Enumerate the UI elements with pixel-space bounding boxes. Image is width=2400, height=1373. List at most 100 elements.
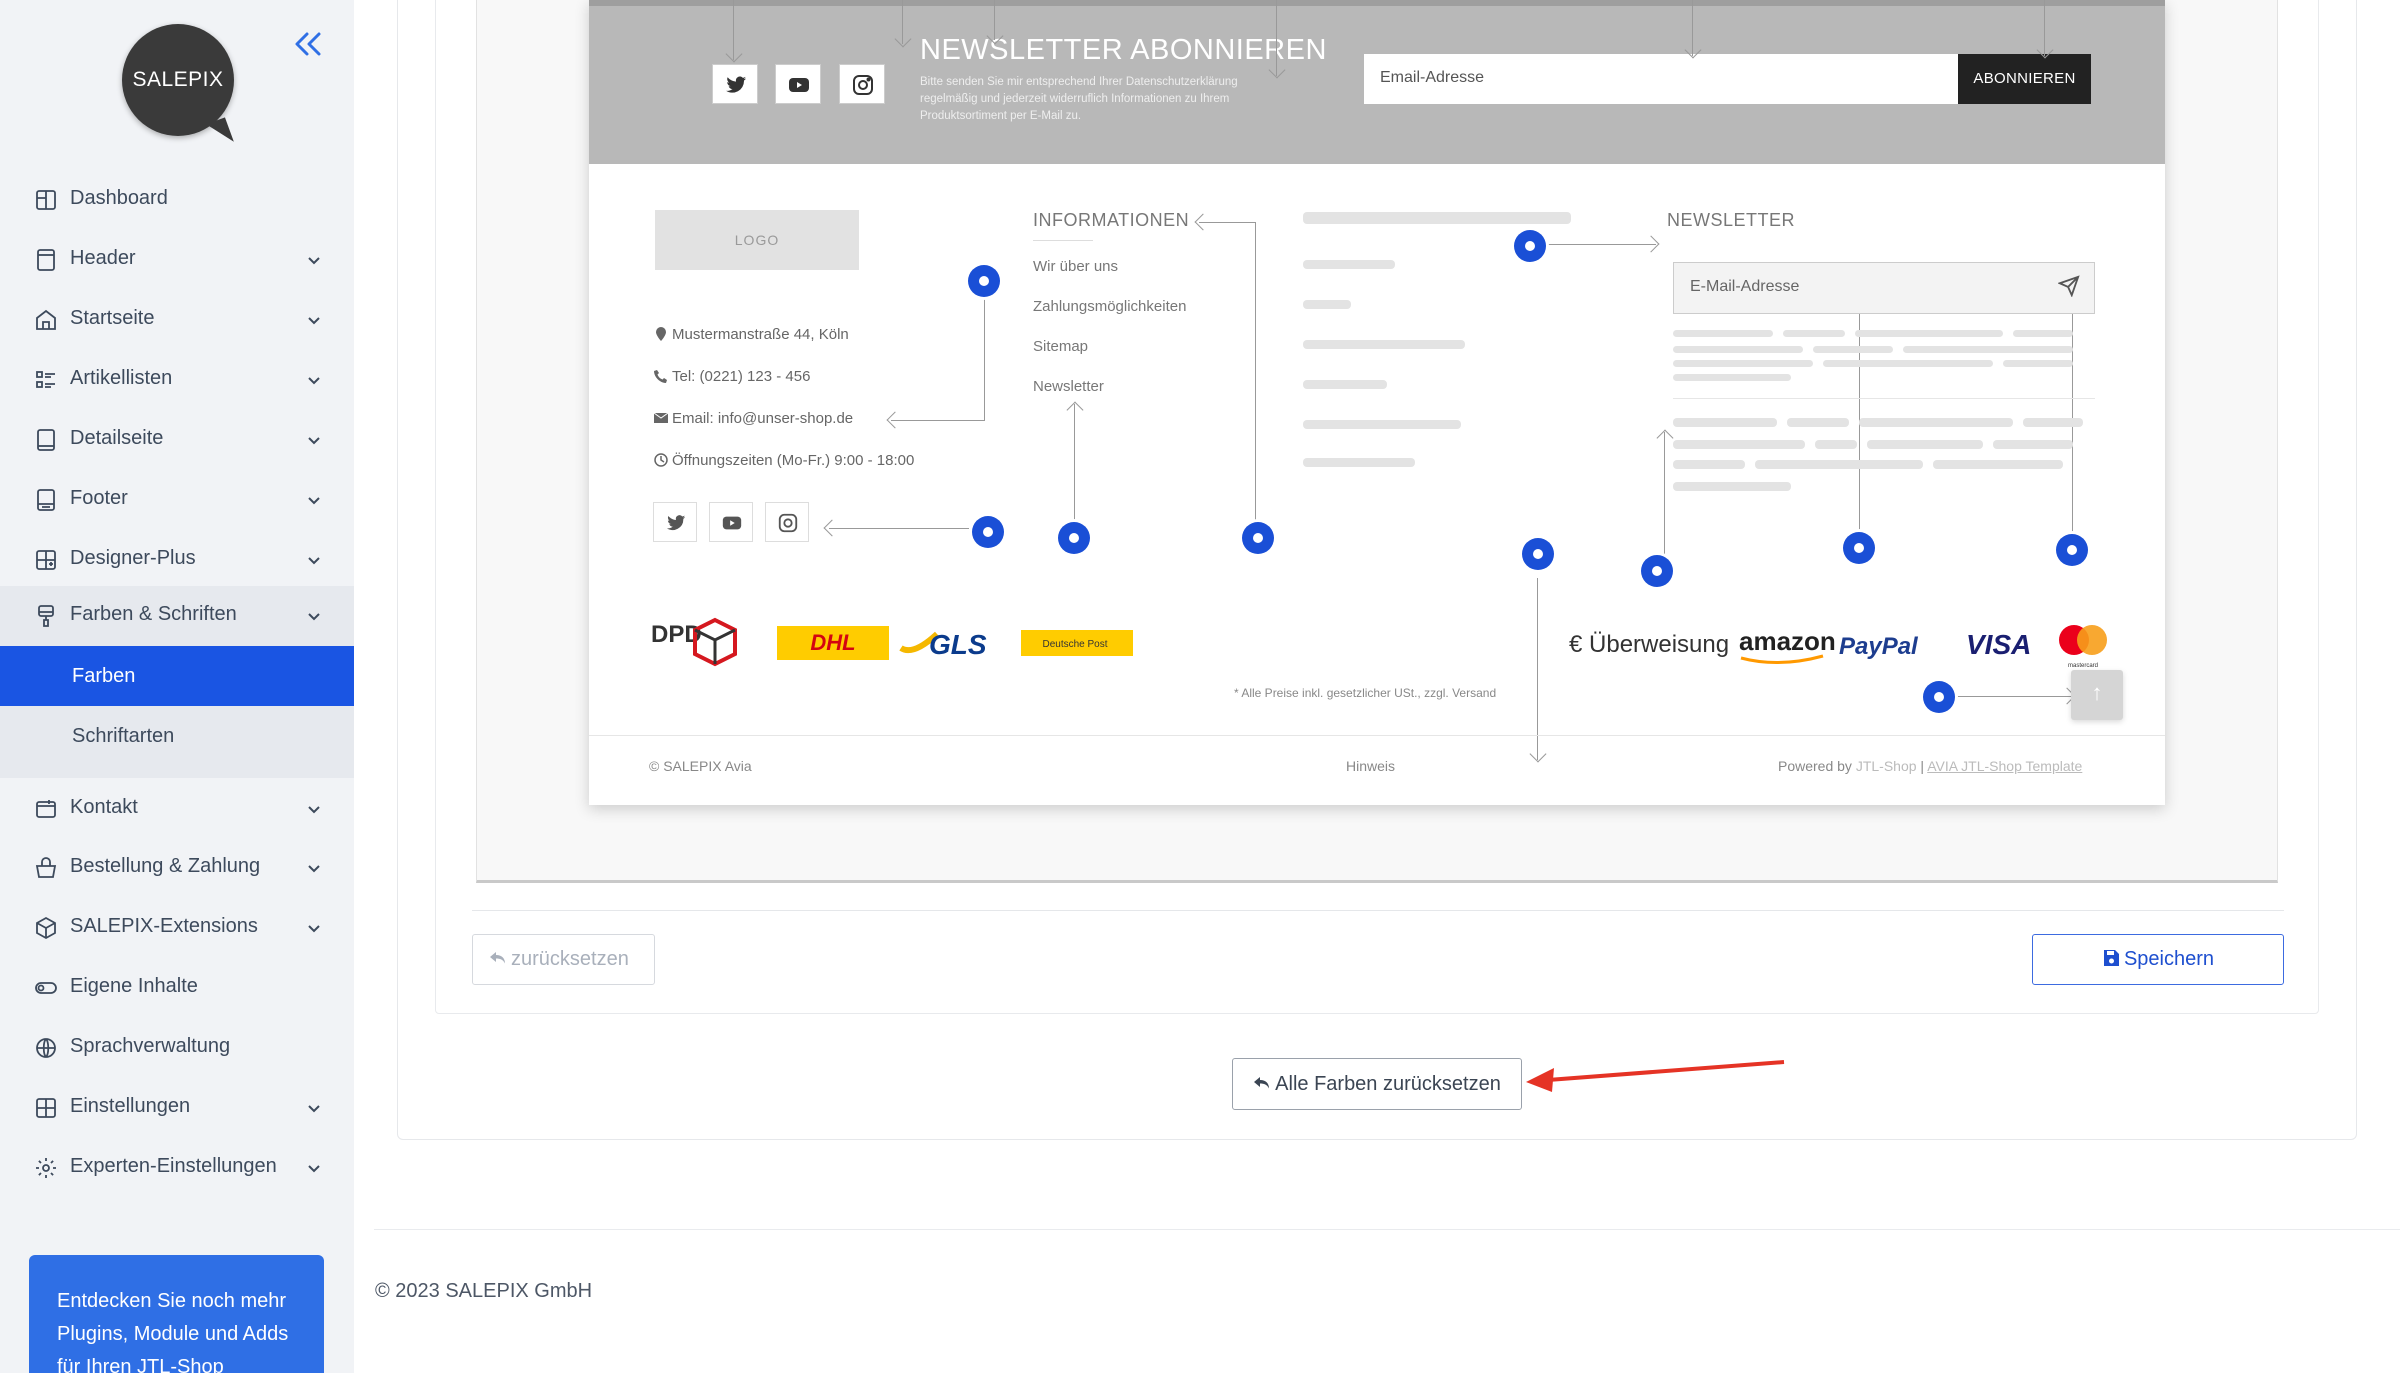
svg-text:Deutsche Post: Deutsche Post <box>1042 639 1107 650</box>
sidebar-item-eigene-inhalte[interactable]: Eigene Inhalte <box>0 958 354 1018</box>
placeholder-bar <box>1673 346 1803 353</box>
annotation-arrow <box>823 519 841 537</box>
address-text: Mustermanstraße 44, Köln <box>672 326 849 343</box>
sidebar-item-artikellisten[interactable]: Artikellisten <box>0 350 354 410</box>
send-icon <box>2058 275 2080 297</box>
hours-line: Öffnungszeiten (Mo-Fr.) 9:00 - 18:00 <box>654 452 914 469</box>
reset-button[interactable]: zurücksetzen <box>472 934 655 985</box>
brand-logo[interactable]: SALEPIX <box>122 24 234 136</box>
placeholder-bar <box>1673 374 1791 381</box>
annotation-line <box>1074 404 1075 526</box>
annotation-arrow <box>1194 213 1212 231</box>
placeholder-bar <box>1787 418 1849 427</box>
svg-text:mastercard: mastercard <box>2068 663 2098 669</box>
placeholder-bar <box>1823 360 1993 367</box>
annotation-line <box>1537 578 1538 760</box>
gls-logo: GLS <box>929 629 987 660</box>
gear-icon <box>36 1158 56 1178</box>
placeholder-bar <box>1993 440 2073 449</box>
clock-icon <box>654 453 668 467</box>
annotation-line <box>1255 222 1256 526</box>
heading-underline <box>1033 240 1093 241</box>
sidebar-item-label: Sprachverwaltung <box>70 1035 231 1057</box>
placeholder-bar <box>1755 460 1923 469</box>
red-arrow-annotation <box>1526 1060 1785 1092</box>
placeholder-bar <box>1815 440 1857 449</box>
phone-icon <box>654 370 667 383</box>
sidebar-item-label: Kontakt <box>70 796 138 818</box>
sidebar-subitem-label: Schriftarten <box>72 725 175 747</box>
sidebar-item-farben-schriften[interactable]: Farben & Schriften <box>0 586 354 646</box>
placeholder-bar <box>1303 380 1387 389</box>
map-pin-icon <box>656 327 666 341</box>
sidebar-item-footer[interactable]: Footer <box>0 470 354 530</box>
address-line: Mustermanstraße 44, Köln <box>654 326 849 343</box>
paypal-logo: PayPal <box>1839 633 1919 660</box>
instagram-icon <box>839 64 885 104</box>
sidebar-item-label: Einstellungen <box>70 1095 191 1117</box>
phone-line: Tel: (0221) 123 - 456 <box>654 368 810 385</box>
placeholder-bar <box>2023 418 2083 427</box>
box-icon <box>36 916 56 940</box>
sidebar-item-experten-einstellungen[interactable]: Experten-Einstellungen <box>0 1138 354 1198</box>
newsletter-title: NEWSLETTER ABONNIEREN <box>920 34 1327 66</box>
placeholder-bar <box>1783 330 1845 337</box>
promo-banner[interactable]: Entdecken Sie noch mehr Plugins, Module … <box>29 1255 324 1373</box>
annotation-marker <box>1641 555 1673 587</box>
sidebar-item-kontakt[interactable]: Kontakt <box>0 779 354 839</box>
sidebar-item-einstellungen[interactable]: Einstellungen <box>0 1078 354 1138</box>
sidebar-item-label: Artikellisten <box>70 367 173 389</box>
placeholder-bar <box>1673 330 1773 337</box>
template-link: AVIA JTL-Shop Template <box>1927 758 2083 774</box>
paint-icon <box>38 605 54 627</box>
sidebar-item-bestellung-zahlung[interactable]: Bestellung & Zahlung <box>0 838 354 898</box>
chevron-down-icon <box>308 497 320 505</box>
reset-all-colors-button[interactable]: Alle Farben zurücksetzen <box>1232 1058 1522 1110</box>
powered-by-text: Powered by <box>1778 758 1852 774</box>
chevron-down-icon <box>308 865 320 873</box>
dashboard-icon <box>36 190 56 210</box>
sidebar-item-startseite[interactable]: Startseite <box>0 290 354 350</box>
preview-top-bar <box>589 0 2165 6</box>
informationen-heading: INFORMATIONEN <box>1033 210 1190 230</box>
save-icon <box>2103 950 2119 966</box>
section-divider <box>472 910 2284 911</box>
placeholder-bar <box>1303 340 1465 349</box>
footer-icon <box>37 489 55 511</box>
twitter-icon <box>712 64 758 104</box>
visa-logo: VISA <box>1966 629 2031 660</box>
sidebar-item-salepix-extensions[interactable]: SALEPIX-Extensions <box>0 898 354 958</box>
undo-icon <box>490 952 505 964</box>
sidebar-subitem-label: Farben <box>72 665 136 687</box>
chevron-down-icon <box>308 1165 320 1173</box>
sidebar-item-label: Dashboard <box>70 187 168 209</box>
sidebar-item-label: Bestellung & Zahlung <box>70 855 261 877</box>
collapse-sidebar-icon[interactable] <box>290 26 326 62</box>
save-button[interactable]: Speichern <box>2032 934 2284 985</box>
placeholder-bar <box>1673 418 1777 427</box>
annotation-marker <box>1514 230 1546 262</box>
placeholder-bar <box>1855 330 2003 337</box>
sidebar-subitem-schriftarten[interactable]: Schriftarten <box>0 706 354 766</box>
info-link: Newsletter <box>1033 378 1104 395</box>
sidebar-item-label: Detailseite <box>70 427 164 449</box>
sidebar-item-label: Header <box>70 247 136 269</box>
info-link: Wir über uns <box>1033 258 1119 275</box>
home-icon <box>36 309 56 330</box>
placeholder-bar <box>1303 458 1415 467</box>
grid-plus-icon <box>36 550 56 570</box>
annotation-marker <box>1843 532 1875 564</box>
main-content: NEWSLETTER ABONNIEREN Bitte senden Sie m… <box>354 0 2400 1373</box>
sidebar-item-label: Footer <box>70 487 128 509</box>
sidebar-item-dashboard[interactable]: Dashboard <box>0 170 354 230</box>
sidebar-item-header[interactable]: Header <box>0 230 354 290</box>
sidebar-subitem-farben[interactable]: Farben <box>0 646 354 706</box>
annotation-line <box>1531 244 1656 245</box>
annotation-arrow <box>1642 235 1660 253</box>
sidebar-item-designer-plus[interactable]: Designer-Plus <box>0 530 354 590</box>
annotation-line <box>1664 432 1665 560</box>
undo-icon <box>1254 1077 1270 1089</box>
annotation-marker <box>1923 681 1955 713</box>
sidebar-item-sprachverwaltung[interactable]: Sprachverwaltung <box>0 1018 354 1078</box>
sidebar-item-detailseite[interactable]: Detailseite <box>0 410 354 470</box>
